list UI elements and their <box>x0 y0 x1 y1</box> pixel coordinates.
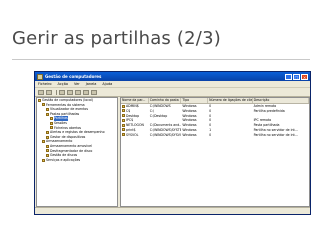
share-folder-icon <box>122 133 125 137</box>
share-name: Desktop <box>126 113 140 118</box>
share-name: ADMIN$ <box>126 104 139 108</box>
menu-bar: Ficheiro Acção Ver Janela Ajuda <box>35 81 310 88</box>
column-header[interactable]: Caminho da pasta <box>149 98 182 103</box>
menu-ficheiro[interactable]: Ficheiro <box>38 82 52 86</box>
share-cell: C:\WINDOWS\SYSVO... <box>149 132 182 137</box>
share-cell: Partilha no servidor de int... <box>253 132 298 137</box>
share-folder-icon <box>122 123 125 127</box>
title-divider <box>12 59 310 60</box>
share-cell: Windows <box>182 132 197 137</box>
close-button[interactable]: × <box>301 73 308 80</box>
tools-icon <box>42 103 45 107</box>
computer-management-window: Gestão de computadores _ □ × Ficheiro Ac… <box>34 71 311 215</box>
share-name: C$ <box>126 108 131 113</box>
disk-management-icon <box>46 153 49 157</box>
window-title: Gestão de computadores <box>45 74 102 79</box>
share-name: print$ <box>126 127 136 132</box>
menu-ajuda[interactable]: Ajuda <box>102 82 112 86</box>
share-folder-icon <box>122 118 125 122</box>
refresh-icon[interactable] <box>75 89 81 95</box>
shares-list: Nome da par... Caminho da pasta Tipo Número… <box>120 97 310 207</box>
share-folder-icon <box>122 109 125 113</box>
share-row[interactable]: SYSVOL C:\WINDOWS\SYSVO...Windows 0 Partilh… <box>121 133 309 138</box>
status-bar <box>35 207 310 214</box>
slide-title: Gerir as partilhas (2/3) <box>12 28 221 49</box>
minimize-button[interactable]: _ <box>285 73 292 80</box>
list-body: ADMIN$ C:\WINDOWS Windows 0 Admin remoto C$ C:… <box>121 104 309 138</box>
performance-icon <box>46 130 49 134</box>
share-folder-icon <box>122 128 125 132</box>
show-tree-icon[interactable] <box>67 89 73 95</box>
toolbar <box>35 88 310 97</box>
share-icon <box>50 117 53 121</box>
services-icon <box>42 158 45 162</box>
computer-management-icon <box>38 98 41 102</box>
event-viewer-icon <box>46 107 49 111</box>
share-folder-icon <box>122 104 125 108</box>
help-icon[interactable] <box>91 89 97 95</box>
column-header[interactable]: Número de ligações de clientes <box>208 98 253 103</box>
defrag-icon <box>46 149 49 153</box>
window-titlebar[interactable]: Gestão de computadores _ □ × <box>35 72 310 81</box>
forward-icon[interactable] <box>46 89 52 95</box>
menu-janela[interactable]: Janela <box>86 82 97 86</box>
session-icon <box>50 121 53 125</box>
back-icon[interactable] <box>38 89 44 95</box>
device-manager-icon <box>46 135 49 139</box>
column-header[interactable]: Descrição <box>253 98 309 103</box>
computer-management-icon <box>37 73 43 80</box>
storage-icon <box>42 140 45 144</box>
menu-ver[interactable]: Ver <box>74 82 80 86</box>
maximize-button[interactable]: □ <box>293 73 300 80</box>
menu-accao[interactable]: Acção <box>58 82 68 86</box>
up-icon[interactable] <box>59 89 65 95</box>
share-name: SYSVOL <box>126 132 139 137</box>
open-files-icon <box>50 126 53 130</box>
share-cell: SYSVOL <box>121 133 149 138</box>
export-icon[interactable] <box>83 89 89 95</box>
toolbar-separator <box>56 89 57 95</box>
removable-storage-icon <box>46 144 49 148</box>
share-folder-icon <box>122 114 125 118</box>
shared-folder-icon <box>46 112 49 116</box>
share-cell: 0 <box>209 132 212 137</box>
tree-item[interactable]: Serviços e aplicações <box>37 158 117 163</box>
console-tree: Gestão de computadores (local) Ferramenta… <box>36 97 118 207</box>
column-header[interactable]: Nome da par... <box>121 98 149 103</box>
share-name: IPC$ <box>126 118 134 123</box>
column-header[interactable]: Tipo <box>181 98 209 103</box>
tree-item-label: Serviços e aplicações <box>46 157 81 162</box>
share-name: NETLOGON <box>126 123 144 128</box>
